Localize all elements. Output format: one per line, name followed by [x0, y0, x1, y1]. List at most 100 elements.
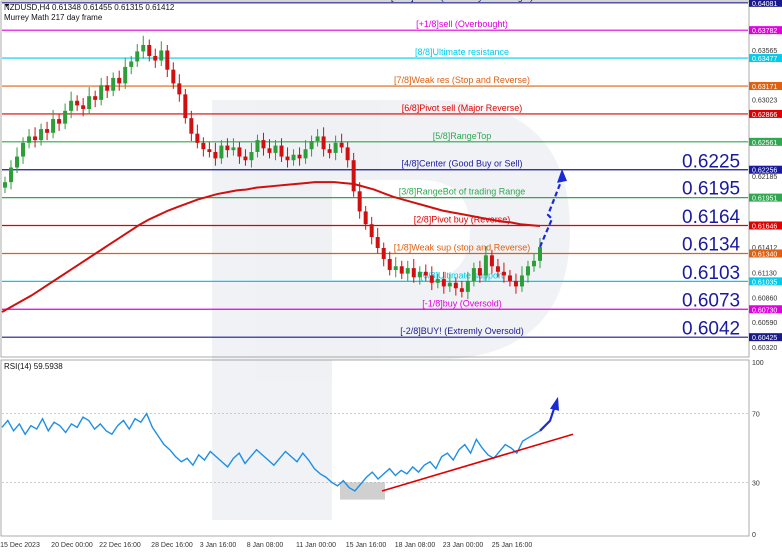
candle-body — [465, 280, 470, 292]
big-level-label: 0.6042 — [682, 319, 740, 340]
price-level-tag-text: 0.61340 — [752, 251, 777, 258]
candle-body — [303, 149, 308, 159]
price-level-tag-text: 0.62256 — [752, 168, 777, 175]
price-level-tag-text: 0.61646 — [752, 224, 777, 231]
candle-body — [129, 61, 134, 67]
candle-body — [339, 142, 344, 148]
candle-body — [381, 248, 386, 259]
candle-body — [321, 136, 326, 150]
murrey-label: [+1/8]sell (Overbought) — [416, 19, 508, 29]
candle-body — [153, 55, 158, 61]
candle-body — [69, 100, 74, 111]
candle-body — [201, 142, 206, 150]
candle-body — [159, 50, 164, 61]
candle-body — [333, 142, 338, 153]
rsi-header: RSI(14) 59.5938 — [4, 362, 63, 371]
big-level-label: 0.6103 — [682, 263, 740, 284]
price-level-tag-text: 0.62561 — [752, 140, 777, 147]
candle-body — [117, 77, 122, 84]
time-tick-label: 8 Jan 08:00 — [247, 542, 284, 549]
candle-body — [507, 275, 512, 281]
candle-body — [183, 94, 188, 119]
murrey-label: [6/8]Pivot sell (Major Reverse) — [402, 103, 523, 113]
indicator-header: Murrey Math 217 day frame — [4, 13, 103, 22]
candle-body — [261, 140, 266, 149]
time-tick-label: 18 Jan 08:00 — [395, 542, 436, 549]
candle-body — [363, 211, 368, 225]
candle-body — [135, 51, 140, 62]
candle-body — [417, 271, 422, 278]
candle-body — [345, 147, 350, 161]
big-level-label: 0.6073 — [682, 290, 740, 311]
candle-body — [63, 110, 68, 124]
candle-body — [459, 288, 464, 292]
candle-body — [387, 258, 392, 270]
murrey-label: [1/8]Weak sup (stop and Reverse) — [394, 242, 530, 252]
murrey-label: [8/8]Ultimate resistance — [415, 47, 509, 57]
price-level-tag-text: 0.60425 — [752, 335, 777, 342]
candle-body — [147, 44, 152, 56]
rsi-tick-label: 100 — [752, 360, 764, 367]
rsi-forecast-arrowhead-icon — [550, 396, 559, 411]
candle-body — [39, 129, 44, 141]
candle-body — [273, 145, 278, 153]
price-level-tag-text: 0.63782 — [752, 28, 777, 35]
candle-body — [87, 96, 92, 109]
candle-body — [105, 85, 110, 91]
murrey-label: [2/8]Pivot buy (Reverse) — [414, 215, 511, 225]
candle-body — [255, 140, 260, 152]
candle-body — [538, 247, 542, 261]
candle-body — [45, 129, 50, 133]
rsi-panel: 100 70 30 0 — [1, 360, 764, 539]
candle-body — [441, 279, 446, 287]
time-tick-label: 15 Dec 2023 — [0, 542, 40, 549]
candle-body — [165, 50, 170, 70]
big-level-label: 0.6195 — [682, 179, 740, 200]
time-tick-label: 22 Dec 16:00 — [99, 542, 141, 549]
candle-body — [243, 156, 248, 161]
candle-body — [477, 268, 482, 276]
candle-body — [393, 266, 398, 270]
candle-body — [279, 145, 284, 157]
candle-body — [3, 182, 7, 188]
price-level-tag-text: 0.62866 — [752, 112, 777, 119]
candle-body — [219, 145, 224, 159]
price-tick-label: 0.60320 — [752, 345, 777, 352]
candle-body — [399, 266, 404, 274]
rsi-trendline — [381, 433, 574, 492]
candle-body — [423, 271, 428, 276]
candle-body — [51, 119, 56, 133]
candle-body — [525, 266, 530, 276]
murrey-label: [5/8]RangeTop — [433, 131, 492, 141]
time-axis: 15 Dec 2023 20 Dec 00:00 22 Dec 16:00 28 De… — [0, 542, 532, 549]
candle-body — [309, 141, 314, 150]
candle-body — [513, 280, 518, 287]
murrey-label: [-1/8]buy (Oversold) — [422, 298, 502, 308]
candle-body — [471, 268, 476, 281]
candle-body — [57, 119, 62, 124]
candle-body — [21, 142, 26, 157]
murrey-label: [4/8]Center (Good Buy or Sell) — [401, 159, 522, 169]
candle-body — [171, 69, 176, 84]
price-tick-label: 0.60590 — [752, 320, 777, 327]
candle-body — [315, 136, 320, 142]
candle-body — [249, 151, 254, 161]
candle-body — [9, 167, 14, 183]
candle-body — [429, 275, 434, 283]
price-level-tag-text: 0.64081 — [752, 1, 777, 8]
price-tick-label: 0.60860 — [752, 295, 777, 302]
rsi-tick-label: 70 — [752, 412, 760, 419]
candle-body — [291, 154, 296, 161]
big-level-label: 0.6134 — [682, 234, 741, 255]
price-level-tag-text: 0.61035 — [752, 279, 777, 286]
candle-body — [177, 83, 182, 95]
time-tick-label: 3 Jan 16:00 — [200, 542, 237, 549]
candle-body — [225, 145, 230, 151]
candle-body — [357, 191, 362, 212]
candle-body — [453, 282, 458, 289]
nzdusd-h4-chart[interactable]: [+2/8]SELL! (extremely overbought) [+1/8]… — [0, 0, 782, 553]
candle-body — [297, 154, 302, 159]
candle-body — [489, 255, 494, 267]
murrey-label: [+2/8]SELL! (extremely overbought) — [391, 0, 533, 2]
murrey-label: [3/8]RangeBot of trading Range — [399, 187, 526, 197]
